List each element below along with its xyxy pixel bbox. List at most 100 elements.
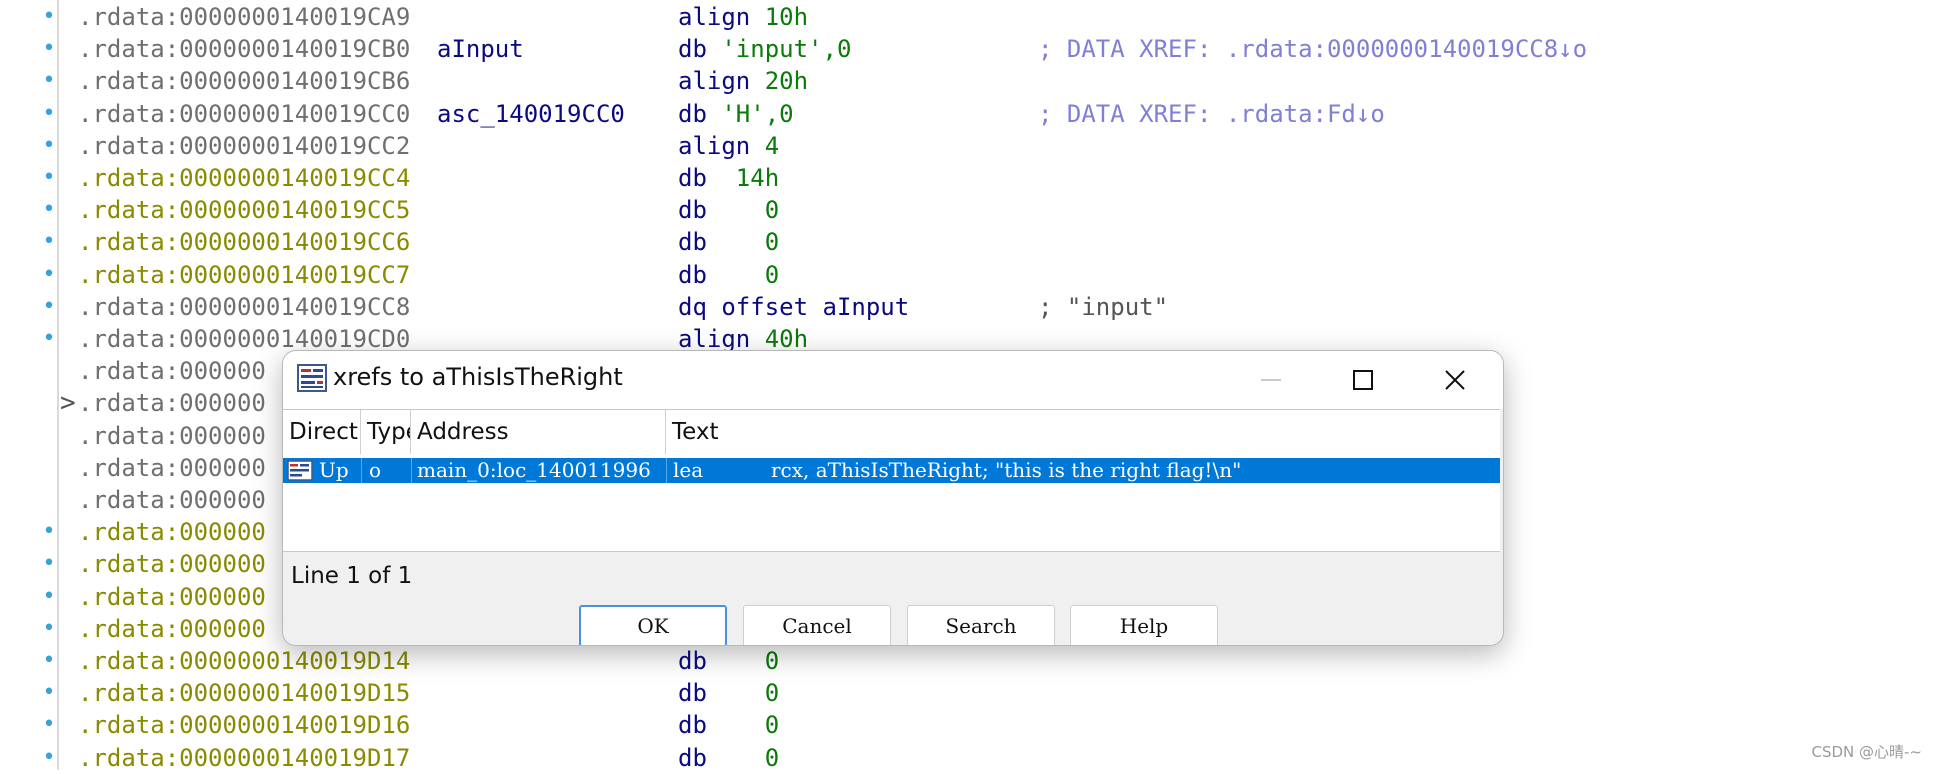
column-header-type[interactable]: Type (361, 410, 411, 454)
listing-comment: ; "input" (1038, 292, 1169, 321)
line-marker-icon: • (42, 229, 56, 255)
listing-opcode: align (678, 325, 751, 353)
listing-opcode: db (678, 260, 707, 289)
line-marker-icon: • (42, 326, 56, 351)
column-header-direction[interactable]: Direction (283, 410, 361, 454)
column-separator (361, 458, 362, 483)
listing-instruction: db 14h (678, 162, 779, 194)
close-button[interactable] (1433, 361, 1477, 399)
expand-arrow-icon[interactable]: > (60, 387, 76, 419)
line-marker-icon: • (42, 197, 56, 223)
listing-address: .rdata:0000000140019D15 (78, 679, 411, 708)
line-marker-icon: • (42, 744, 56, 770)
listing-address: .rdata:0000000140019CB0 (78, 35, 411, 64)
listing-instruction: db 0 (678, 742, 779, 774)
column-header-address[interactable]: Address (411, 410, 666, 454)
listing-instruction: db 0 (678, 259, 779, 291)
watermark: CSDN @心晴-~ (1811, 743, 1922, 761)
listing-address: .rdata:000000 (78, 518, 266, 547)
listing-address: .rdata:0000000140019CB6 (78, 67, 411, 96)
column-separator (411, 458, 412, 483)
listing-operand[interactable]: aInput (823, 293, 910, 321)
listing-opcode: db (678, 711, 707, 740)
line-marker-icon: • (42, 100, 56, 126)
gutter-divider (57, 0, 59, 770)
listing-operand: 20h (764, 67, 809, 96)
listing-label[interactable]: aInput (437, 33, 524, 65)
line-marker-icon: • (42, 132, 56, 158)
listing-opcode: dq offset (678, 292, 809, 321)
listing-address: .rdata:000000 (78, 614, 266, 643)
listing-address: .rdata:0000000140019CC4 (78, 164, 411, 192)
listing-opcode: align (678, 67, 751, 96)
listing-comment: ; DATA XREF: .rdata:0000000140019CC8↓o (1038, 35, 1588, 64)
listing-address: .rdata:000000 (78, 582, 266, 611)
listing-address: .rdata:000000 (78, 453, 266, 482)
line-marker-icon: • (42, 68, 56, 94)
search-button[interactable]: Search (907, 605, 1055, 645)
ok-button[interactable]: OK (579, 605, 727, 645)
listing-address: .rdata:000000 (78, 486, 266, 514)
line-marker-icon: • (42, 615, 56, 641)
listing-operand: 0 (721, 647, 780, 675)
listing-instruction: db 0 (678, 226, 779, 258)
xrefs-window-icon (297, 364, 327, 392)
listing-instruction: db 0 (678, 645, 779, 677)
listing-instruction: align 20h (678, 65, 808, 97)
listing-instruction: db 0 (678, 194, 779, 226)
listing-opcode: db (678, 196, 707, 225)
listing-operand: 0 (721, 743, 780, 772)
listing-opcode: db (678, 164, 707, 192)
status-line: Line 1 of 1 (291, 563, 413, 589)
listing-opcode: db (678, 743, 707, 772)
listing-operand: 14h (721, 164, 780, 192)
cell-text-mnemonic: lea (673, 458, 704, 482)
listing-operand: 'input',0 (721, 35, 852, 64)
listing-label[interactable]: asc_140019CC0 (437, 98, 625, 130)
listing-opcode: db (678, 99, 707, 128)
listing-operand: 0 (721, 679, 780, 708)
listing-opcode: db (678, 35, 707, 64)
dialog-titlebar[interactable]: xrefs to aThisIsTheRight (283, 351, 1503, 409)
listing-opcode: db (678, 647, 707, 675)
xref-row-icon (287, 460, 313, 481)
cell-direction: Up (319, 458, 349, 482)
listing-operand: 'H',0 (721, 99, 794, 128)
listing-address: .rdata:0000000140019CA9 (78, 3, 411, 31)
cancel-button[interactable]: Cancel (743, 605, 891, 645)
listing-instruction: db 0 (678, 709, 779, 741)
listing-opcode: db (678, 679, 707, 708)
minimize-button[interactable] (1249, 361, 1293, 399)
line-marker-icon: • (42, 583, 56, 609)
listing-opcode: db (678, 228, 707, 257)
listing-address: .rdata:000000 (78, 389, 266, 418)
line-marker-icon: • (42, 712, 56, 738)
listing-opcode: align (678, 3, 751, 31)
xrefs-table[interactable]: Direction Type Address Text Up o main_0:… (283, 409, 1500, 552)
listing-address: .rdata:0000000140019CC6 (78, 228, 411, 257)
listing-address: .rdata:0000000140019CC2 (78, 131, 411, 160)
line-marker-icon: • (42, 36, 56, 62)
listing-address: .rdata:000000 (78, 421, 266, 450)
listing-instruction: align 10h (678, 1, 808, 33)
listing-address: .rdata:0000000140019CC5 (78, 196, 411, 225)
listing-address: .rdata:0000000140019CC0 (78, 99, 411, 128)
listing-address: .rdata:000000 (78, 357, 266, 386)
line-marker-icon: • (42, 293, 56, 319)
table-row-selected[interactable]: Up o main_0:loc_140011996 lea rcx, aThis… (283, 458, 1500, 483)
listing-instruction: align 4 (678, 130, 779, 162)
listing-operand: 0 (721, 711, 780, 740)
listing-operand: 0 (721, 196, 780, 225)
listing-address: .rdata:0000000140019D14 (78, 647, 411, 675)
maximize-button[interactable] (1341, 361, 1385, 399)
dialog-title: xrefs to aThisIsTheRight (333, 363, 623, 391)
line-marker-icon: • (42, 4, 56, 29)
listing-address: .rdata:0000000140019D17 (78, 743, 411, 772)
line-marker-icon: • (42, 551, 56, 577)
help-button[interactable]: Help (1070, 605, 1218, 645)
line-marker-icon: • (42, 519, 56, 545)
column-header-text[interactable]: Text (666, 410, 1500, 454)
listing-address: .rdata:0000000140019CC8 (78, 292, 411, 321)
listing-instruction: db 'input',0 (678, 33, 851, 65)
line-marker-icon: • (42, 680, 56, 706)
